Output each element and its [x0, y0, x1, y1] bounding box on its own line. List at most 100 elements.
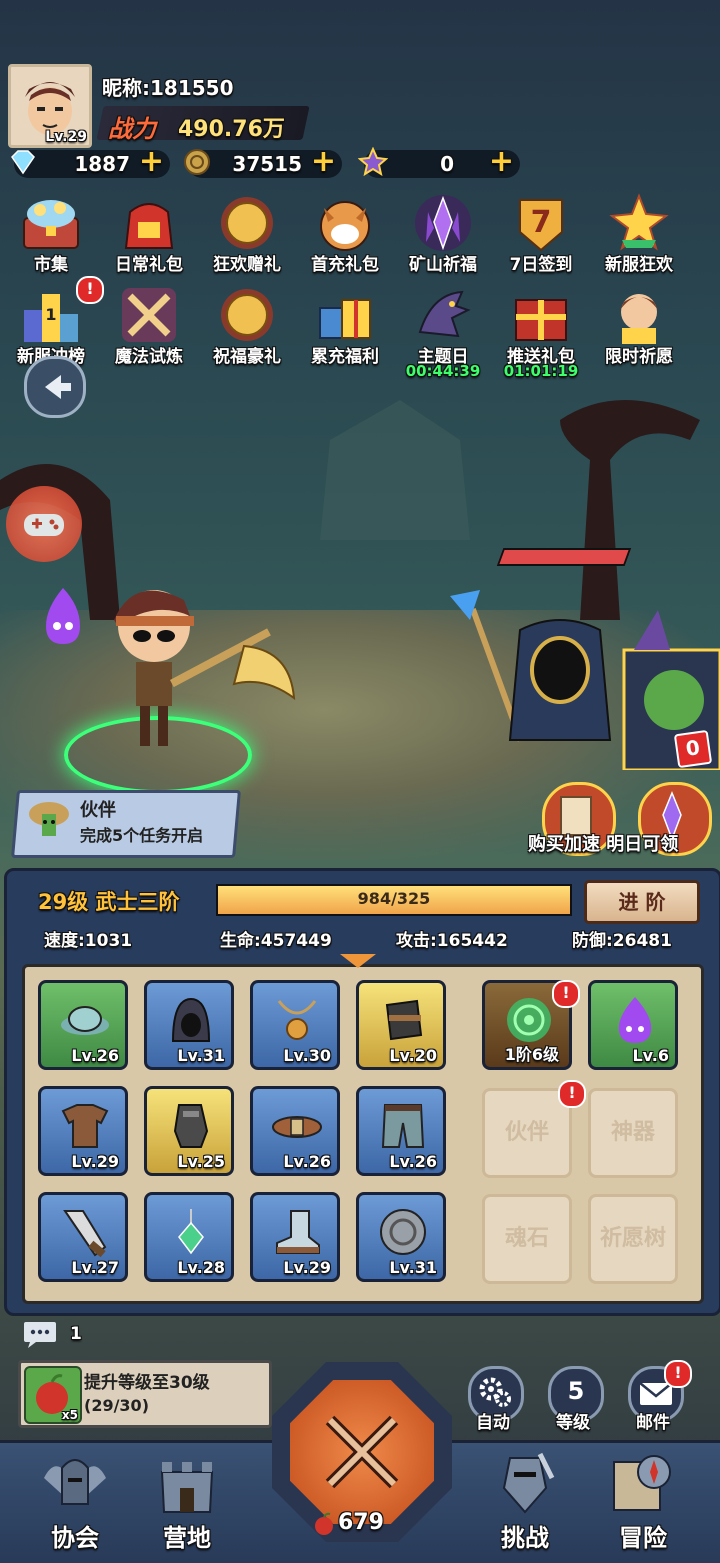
panel-pointer-icon: [340, 954, 376, 968]
gamepad-button[interactable]: [6, 486, 82, 562]
purple-crystal-icon: [415, 195, 471, 251]
purple-spirit-icon: [46, 588, 80, 644]
activity-theme-day[interactable]: 主题日 00:44:39: [400, 284, 486, 380]
stamina-value: 679: [338, 1510, 384, 1535]
activity-new-server-carnival[interactable]: 新服狂欢: [596, 192, 682, 280]
xp-text: 984/325: [357, 889, 431, 908]
back-button[interactable]: [24, 356, 86, 418]
rank-label: 29级 武士三阶: [38, 890, 180, 914]
stat-hp: 生命:457449: [220, 931, 332, 951]
hooded-mage-enemy[interactable]: [440, 590, 620, 760]
star-celebration-icon: [609, 193, 669, 251]
activity-limited-wish[interactable]: 限时祈愿: [596, 284, 682, 372]
equip-level: Lv.31: [177, 1046, 225, 1065]
add-star-button[interactable]: +: [489, 147, 514, 177]
activity-first-charge[interactable]: 首充礼包: [302, 192, 388, 280]
nav-label: 挑战: [501, 1524, 549, 1552]
diamond-resource: 1887 +: [11, 147, 170, 178]
gift-boxes-icon: [319, 299, 371, 339]
gamepad-icon: [24, 514, 64, 536]
star-icon: [358, 147, 388, 177]
hood-icon: [171, 997, 211, 1042]
nav-guild[interactable]: 协会: [20, 1444, 130, 1554]
equip-slot-gauntlet[interactable]: Lv.25: [144, 1086, 234, 1176]
activity-push-pack[interactable]: 推送礼包 01:01:19: [498, 284, 584, 380]
nav-adventure[interactable]: 冒险: [588, 1444, 698, 1554]
equip-slot-boots[interactable]: Lv.29: [250, 1192, 340, 1282]
gold-orb-icon: [221, 289, 273, 341]
equip-slot-hat[interactable]: Lv.26: [38, 980, 128, 1070]
add-diamond-button[interactable]: +: [139, 147, 164, 177]
locked-slot-soulstone[interactable]: 魂石: [482, 1194, 572, 1284]
advance-button[interactable]: 进 阶: [584, 880, 700, 924]
activity-label: 限时祈愿: [605, 347, 673, 367]
armor-icon: [61, 1104, 109, 1148]
necklace-icon: [277, 1000, 317, 1040]
coin-resource: 37515 +: [184, 147, 342, 178]
player-avatar[interactable]: Lv.29: [8, 64, 92, 148]
activity-label: 魔法试炼: [115, 347, 183, 367]
equip-slot-armor[interactable]: Lv.29: [38, 1086, 128, 1176]
equip-slot-earring[interactable]: Lv.28: [144, 1192, 234, 1282]
nav-challenge[interactable]: 挑战: [470, 1444, 580, 1554]
boots-icon: [276, 1210, 320, 1254]
activity-magic-trial[interactable]: 魔法试炼: [106, 284, 192, 372]
shiba-dog-icon: [320, 201, 370, 251]
power-value: 490.76万: [178, 117, 285, 142]
mushroom-partner-icon: [29, 802, 69, 836]
equip-level: Lv.28: [177, 1258, 225, 1277]
equip-slot-belt[interactable]: Lv.26: [250, 1086, 340, 1176]
equip-slot-bracer[interactable]: Lv.20: [356, 980, 446, 1070]
chat-bubble-icon[interactable]: [22, 1318, 58, 1350]
arrow-left-icon: [45, 375, 71, 399]
enemy-count-badge: 0: [673, 729, 713, 769]
auto-label: 自动: [476, 1413, 510, 1433]
coin-value: 37515: [232, 152, 302, 176]
quest-reward-count: x5: [61, 1408, 78, 1422]
coin-icon: [184, 149, 210, 175]
gem-earring-icon: [178, 1209, 204, 1255]
quest-title: 提升等级至30级: [84, 1373, 210, 1393]
equip-level: Lv.31: [389, 1258, 437, 1277]
equip-slot-pants[interactable]: Lv.26: [356, 1086, 446, 1176]
activity-daily-pack[interactable]: 日常礼包: [106, 192, 192, 280]
quest-reward: x5: [24, 1366, 82, 1424]
activity-7day-checkin[interactable]: 7 7日签到: [498, 192, 584, 280]
activity-timer: 01:01:19: [503, 362, 579, 380]
activity-blessing-gift[interactable]: 祝福豪礼: [204, 284, 290, 372]
equip-slot-shield[interactable]: Lv.31: [356, 1192, 446, 1282]
diamond-icon: [11, 150, 35, 175]
activity-cumulative-charge[interactable]: 累充福利: [302, 284, 388, 372]
equip-slot-necklace[interactable]: Lv.30: [250, 980, 340, 1070]
locked-slot-wishtree[interactable]: 祈愿树: [588, 1194, 678, 1284]
equip-level: Lv.26: [283, 1152, 331, 1171]
red-gift-bag-icon: [124, 203, 174, 249]
stat-speed: 速度:1031: [44, 931, 133, 951]
activity-market[interactable]: 市集: [8, 192, 94, 280]
equip-level: Lv.25: [177, 1152, 225, 1171]
crossed-swords-icon: [325, 1415, 399, 1489]
player-nickname: 昵称:181550: [102, 76, 234, 100]
locked-slot-artifact[interactable]: 神器: [588, 1088, 678, 1178]
treasure-chest-icon: [23, 200, 79, 249]
alert-badge: !: [552, 980, 580, 1008]
activity-carnival-gift[interactable]: 狂欢赠礼: [204, 192, 290, 280]
nav-label: 营地: [163, 1524, 211, 1552]
star-value: 0: [440, 152, 454, 176]
equip-slot-blade[interactable]: Lv.27: [38, 1192, 128, 1282]
player-level: Lv.29: [45, 129, 87, 145]
pants-icon: [381, 1104, 425, 1148]
add-coin-button[interactable]: +: [311, 147, 336, 177]
hero-warrior[interactable]: [94, 580, 304, 760]
activity-label: 7日签到: [509, 255, 573, 275]
equip-slot-hood[interactable]: Lv.31: [144, 980, 234, 1070]
quest-progress: (29/30): [84, 1396, 149, 1415]
spirit-slot[interactable]: Lv.6: [588, 980, 678, 1070]
blade-icon: [63, 1210, 107, 1257]
nav-camp[interactable]: 营地: [132, 1444, 242, 1554]
hero-portrait-icon: [620, 294, 658, 344]
alert-badge: !: [76, 276, 104, 304]
partner-description: 完成5个任务开启: [80, 826, 204, 845]
activity-mine-blessing[interactable]: 矿山祈福: [400, 192, 486, 280]
winged-helmet-icon: [44, 1459, 106, 1505]
